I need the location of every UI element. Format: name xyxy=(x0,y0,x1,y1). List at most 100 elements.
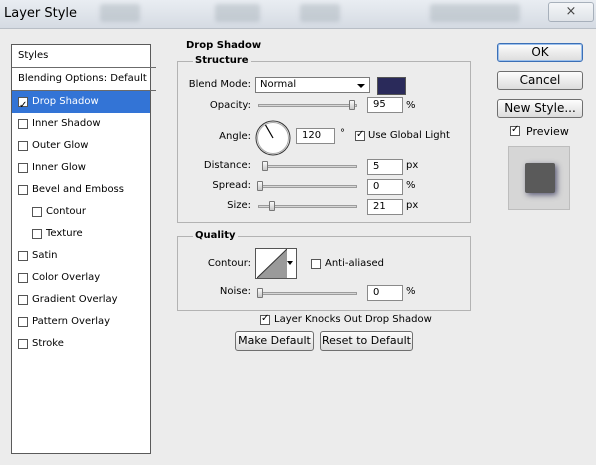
preview-box xyxy=(508,146,570,210)
blend-mode-value: Normal xyxy=(260,79,297,90)
blend-mode-label: Blend Mode: xyxy=(188,79,251,90)
style-item-pattern-overlay[interactable]: Pattern Overlay xyxy=(12,311,150,333)
spread-unit: % xyxy=(406,180,416,191)
angle-dial[interactable] xyxy=(254,119,292,157)
style-item-checkbox[interactable] xyxy=(18,273,28,283)
blending-options-label: Blending Options: Default xyxy=(18,73,147,84)
style-item-label: Color Overlay xyxy=(32,272,101,283)
distance-input[interactable]: 5 xyxy=(367,159,403,175)
blend-mode-select[interactable]: Normal xyxy=(255,77,370,93)
style-item-color-overlay[interactable]: Color Overlay xyxy=(12,267,150,289)
chevron-down-icon xyxy=(357,84,365,88)
cancel-button[interactable]: Cancel xyxy=(497,71,583,90)
anti-aliased-checkbox[interactable] xyxy=(311,259,321,269)
style-item-checkbox[interactable] xyxy=(18,95,28,117)
make-default-button[interactable]: Make Default xyxy=(235,331,314,351)
spread-slider-track[interactable] xyxy=(258,185,357,188)
angle-label: Angle: xyxy=(219,131,251,142)
style-item-label: Texture xyxy=(46,228,83,239)
opacity-slider-track[interactable] xyxy=(258,104,357,107)
style-item-label: Stroke xyxy=(32,338,64,349)
style-item-checkbox[interactable] xyxy=(18,119,28,129)
section-title: Drop Shadow xyxy=(186,40,262,51)
styles-header-label: Styles xyxy=(18,50,49,61)
style-item-gradient-overlay[interactable]: Gradient Overlay xyxy=(12,289,150,311)
layer-style-dialog: Layer Style × Styles Blending Options: D… xyxy=(0,0,596,465)
style-item-label: Contour xyxy=(46,206,86,217)
spread-label: Spread: xyxy=(212,180,251,191)
size-slider-thumb[interactable] xyxy=(269,201,275,211)
style-item-stroke[interactable]: Stroke xyxy=(12,333,150,355)
style-item-label: Inner Glow xyxy=(32,162,86,173)
noise-unit: % xyxy=(406,286,416,297)
close-button[interactable]: × xyxy=(548,2,594,22)
noise-slider-track[interactable] xyxy=(258,292,357,295)
style-item-checkbox[interactable] xyxy=(18,317,28,327)
style-item-contour[interactable]: Contour xyxy=(12,201,150,223)
style-item-inner-glow[interactable]: Inner Glow xyxy=(12,157,150,179)
quality-group xyxy=(177,236,471,311)
contour-picker[interactable] xyxy=(255,248,297,279)
style-item-checkbox[interactable] xyxy=(18,141,28,151)
size-label: Size: xyxy=(227,200,251,211)
blurred-toolbar-field xyxy=(430,4,520,22)
style-item-checkbox[interactable] xyxy=(18,251,28,261)
reset-to-default-button[interactable]: Reset to Default xyxy=(320,331,413,351)
opacity-unit: % xyxy=(406,100,416,111)
contour-label: Contour: xyxy=(207,258,251,269)
angle-input[interactable]: 120 xyxy=(296,128,335,144)
layer-knocks-out-label: Layer Knocks Out Drop Shadow xyxy=(274,314,432,325)
style-item-checkbox[interactable] xyxy=(32,229,42,239)
blurred-toolbar-icon xyxy=(300,4,340,22)
spread-slider-thumb[interactable] xyxy=(257,181,263,191)
distance-label: Distance: xyxy=(203,160,251,171)
distance-slider-track[interactable] xyxy=(262,165,357,168)
use-global-light-label: Use Global Light xyxy=(368,130,450,141)
preview-swatch xyxy=(525,163,555,193)
angle-unit: ° xyxy=(340,128,345,139)
style-item-drop-shadow[interactable]: Drop Shadow xyxy=(12,91,150,117)
style-item-label: Pattern Overlay xyxy=(32,316,111,327)
quality-title: Quality xyxy=(193,230,238,241)
new-style-button[interactable]: New Style... xyxy=(497,99,583,118)
blurred-toolbar-icon xyxy=(215,4,260,22)
styles-header[interactable]: Styles xyxy=(12,45,156,68)
style-item-checkbox[interactable] xyxy=(18,185,28,195)
style-item-checkbox[interactable] xyxy=(18,163,28,173)
distance-slider-thumb[interactable] xyxy=(262,161,268,171)
style-item-bevel-and-emboss[interactable]: Bevel and Emboss xyxy=(12,179,150,201)
style-item-label: Drop Shadow xyxy=(32,96,99,107)
size-unit: px xyxy=(406,200,419,211)
contour-linear-icon xyxy=(257,249,287,278)
style-item-checkbox[interactable] xyxy=(32,207,42,217)
use-global-light-checkbox[interactable] xyxy=(355,129,365,141)
preview-label: Preview xyxy=(526,125,569,138)
style-item-inner-shadow[interactable]: Inner Shadow xyxy=(12,113,150,135)
noise-input[interactable]: 0 xyxy=(367,285,403,301)
close-icon: × xyxy=(565,4,577,19)
blending-options-item[interactable]: Blending Options: Default xyxy=(12,68,156,91)
style-item-satin[interactable]: Satin xyxy=(12,245,150,267)
spread-input[interactable]: 0 xyxy=(367,179,403,195)
opacity-slider-thumb[interactable] xyxy=(349,100,356,110)
preview-checkbox[interactable] xyxy=(510,124,520,136)
title-bar: Layer Style × xyxy=(0,0,596,29)
size-input[interactable]: 21 xyxy=(367,199,403,215)
style-item-outer-glow[interactable]: Outer Glow xyxy=(12,135,150,157)
chevron-down-icon xyxy=(287,261,293,265)
ok-button[interactable]: OK xyxy=(497,43,583,62)
anti-aliased-label: Anti-aliased xyxy=(325,258,385,269)
style-item-checkbox[interactable] xyxy=(18,295,28,305)
opacity-input[interactable]: 95 xyxy=(367,97,403,113)
window-title: Layer Style xyxy=(4,6,78,21)
style-item-label: Bevel and Emboss xyxy=(32,184,124,195)
shadow-color-swatch[interactable] xyxy=(377,77,406,95)
layer-knocks-out-checkbox[interactable] xyxy=(260,313,270,325)
style-item-label: Gradient Overlay xyxy=(32,294,118,305)
style-item-label: Satin xyxy=(32,250,58,261)
style-item-label: Inner Shadow xyxy=(32,118,101,129)
noise-slider-thumb[interactable] xyxy=(257,288,263,298)
style-item-texture[interactable]: Texture xyxy=(12,223,150,245)
structure-title: Structure xyxy=(193,55,251,66)
style-item-checkbox[interactable] xyxy=(18,339,28,349)
